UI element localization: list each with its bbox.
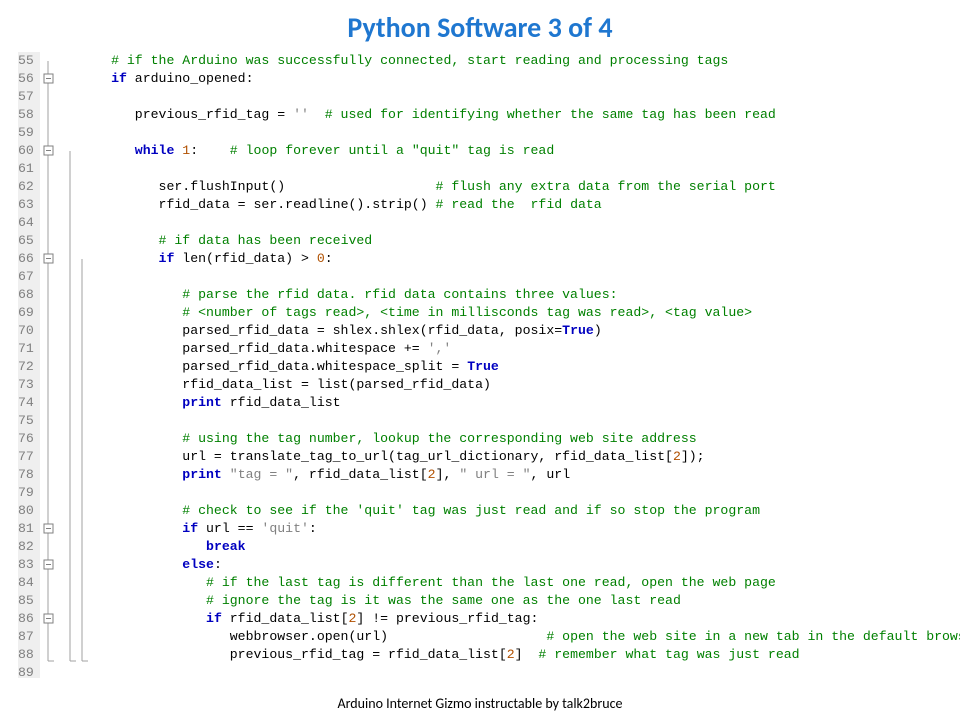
slide: Python Software 3 of 4 55565758596061626… xyxy=(0,0,960,720)
line-number: 63 xyxy=(18,196,34,214)
code-line: previous_rfid_tag = rfid_data_list[2] # … xyxy=(87,646,960,664)
line-number: 57 xyxy=(18,88,34,106)
code-line xyxy=(87,124,960,142)
line-number: 69 xyxy=(18,304,34,322)
line-number: 70 xyxy=(18,322,34,340)
line-number: 74 xyxy=(18,394,34,412)
line-number: 67 xyxy=(18,268,34,286)
fold-toggle-icon[interactable] xyxy=(44,74,53,83)
line-number: 60 xyxy=(18,142,34,160)
fold-column xyxy=(40,52,87,678)
line-number: 89 xyxy=(18,664,34,682)
line-number: 79 xyxy=(18,484,34,502)
fold-toggle-icon[interactable] xyxy=(44,614,53,623)
code-line: url = translate_tag_to_url(tag_url_dicti… xyxy=(87,448,960,466)
line-number: 88 xyxy=(18,646,34,664)
line-number: 83 xyxy=(18,556,34,574)
code-line: # parse the rfid data. rfid data contain… xyxy=(87,286,960,304)
line-number: 66 xyxy=(18,250,34,268)
code-line: break xyxy=(87,538,960,556)
code-line: print rfid_data_list xyxy=(87,394,960,412)
line-number: 84 xyxy=(18,574,34,592)
line-number: 82 xyxy=(18,538,34,556)
line-number: 75 xyxy=(18,412,34,430)
slide-caption: Arduino Internet Gizmo instructable by t… xyxy=(0,695,960,712)
slide-title: Python Software 3 of 4 xyxy=(0,10,960,45)
line-number: 85 xyxy=(18,592,34,610)
code-line xyxy=(87,88,960,106)
line-number: 87 xyxy=(18,628,34,646)
code-line: previous_rfid_tag = '' # used for identi… xyxy=(87,106,960,124)
line-number: 68 xyxy=(18,286,34,304)
line-number: 56 xyxy=(18,70,34,88)
code-line xyxy=(87,214,960,232)
code-line: print "tag = ", rfid_data_list[2], " url… xyxy=(87,466,960,484)
line-number: 86 xyxy=(18,610,34,628)
code-line: # ignore the tag is it was the same one … xyxy=(87,592,960,610)
fold-toggle-icon[interactable] xyxy=(44,254,53,263)
line-number: 77 xyxy=(18,448,34,466)
code-line: # check to see if the 'quit' tag was jus… xyxy=(87,502,960,520)
line-number: 72 xyxy=(18,358,34,376)
code-line: if len(rfid_data) > 0: xyxy=(87,250,960,268)
code-line xyxy=(87,160,960,178)
code-line: parsed_rfid_data.whitespace += ',' xyxy=(87,340,960,358)
code-line: webbrowser.open(url) # open the web site… xyxy=(87,628,960,646)
code-line: # if data has been received xyxy=(87,232,960,250)
fold-toggle-icon[interactable] xyxy=(44,524,53,533)
code-line: ser.flushInput() # flush any extra data … xyxy=(87,178,960,196)
line-number: 76 xyxy=(18,430,34,448)
code-line xyxy=(87,412,960,430)
code-line xyxy=(87,484,960,502)
fold-toggle-icon[interactable] xyxy=(44,146,53,155)
code-line: # if the last tag is different than the … xyxy=(87,574,960,592)
code-line: # using the tag number, lookup the corre… xyxy=(87,430,960,448)
line-number: 62 xyxy=(18,178,34,196)
code-line: rfid_data_list = list(parsed_rfid_data) xyxy=(87,376,960,394)
line-number: 73 xyxy=(18,376,34,394)
line-number: 61 xyxy=(18,160,34,178)
code-line: else: xyxy=(87,556,960,574)
line-number: 55 xyxy=(18,52,34,70)
line-number: 71 xyxy=(18,340,34,358)
code-line: while 1: # loop forever until a "quit" t… xyxy=(87,142,960,160)
code-line: if rfid_data_list[2] != previous_rfid_ta… xyxy=(87,610,960,628)
line-number: 58 xyxy=(18,106,34,124)
code-line: if url == 'quit': xyxy=(87,520,960,538)
code-line xyxy=(87,268,960,286)
code-line: parsed_rfid_data.whitespace_split = True xyxy=(87,358,960,376)
code-line: # if the Arduino was successfully connec… xyxy=(87,52,960,70)
code-line: parsed_rfid_data = shlex.shlex(rfid_data… xyxy=(87,322,960,340)
line-number: 65 xyxy=(18,232,34,250)
line-number-gutter: 5556575859606162636465666768697071727374… xyxy=(18,52,40,678)
line-number: 81 xyxy=(18,520,34,538)
code-line: if arduino_opened: xyxy=(87,70,960,88)
code-editor: 5556575859606162636465666768697071727374… xyxy=(18,52,942,678)
line-number: 64 xyxy=(18,214,34,232)
line-number: 80 xyxy=(18,502,34,520)
code-line: rfid_data = ser.readline().strip() # rea… xyxy=(87,196,960,214)
code-line: # <number of tags read>, <time in millis… xyxy=(87,304,960,322)
fold-toggle-icon[interactable] xyxy=(44,560,53,569)
line-number: 59 xyxy=(18,124,34,142)
code-line xyxy=(87,664,960,682)
code-area: # if the Arduino was successfully connec… xyxy=(87,52,960,678)
line-number: 78 xyxy=(18,466,34,484)
